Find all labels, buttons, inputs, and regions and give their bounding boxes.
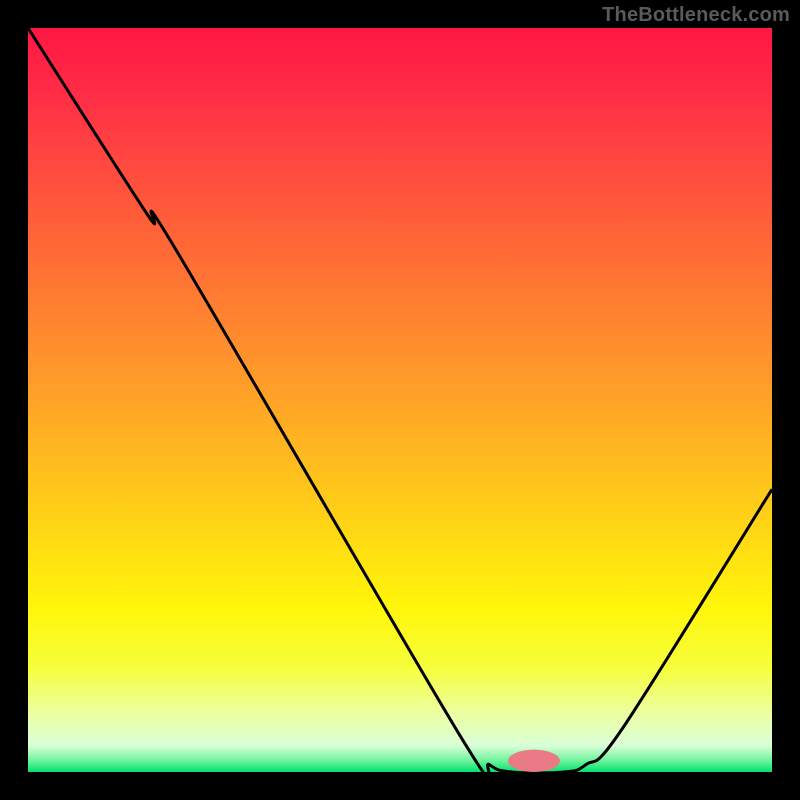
watermark-text: TheBottleneck.com [602, 4, 790, 27]
chart-plot-area [28, 28, 772, 772]
optimal-marker [508, 750, 560, 772]
chart-frame: { "watermark": "TheBottleneck.com", "col… [0, 0, 800, 800]
gradient-background [28, 28, 772, 772]
chart-svg [28, 28, 772, 772]
